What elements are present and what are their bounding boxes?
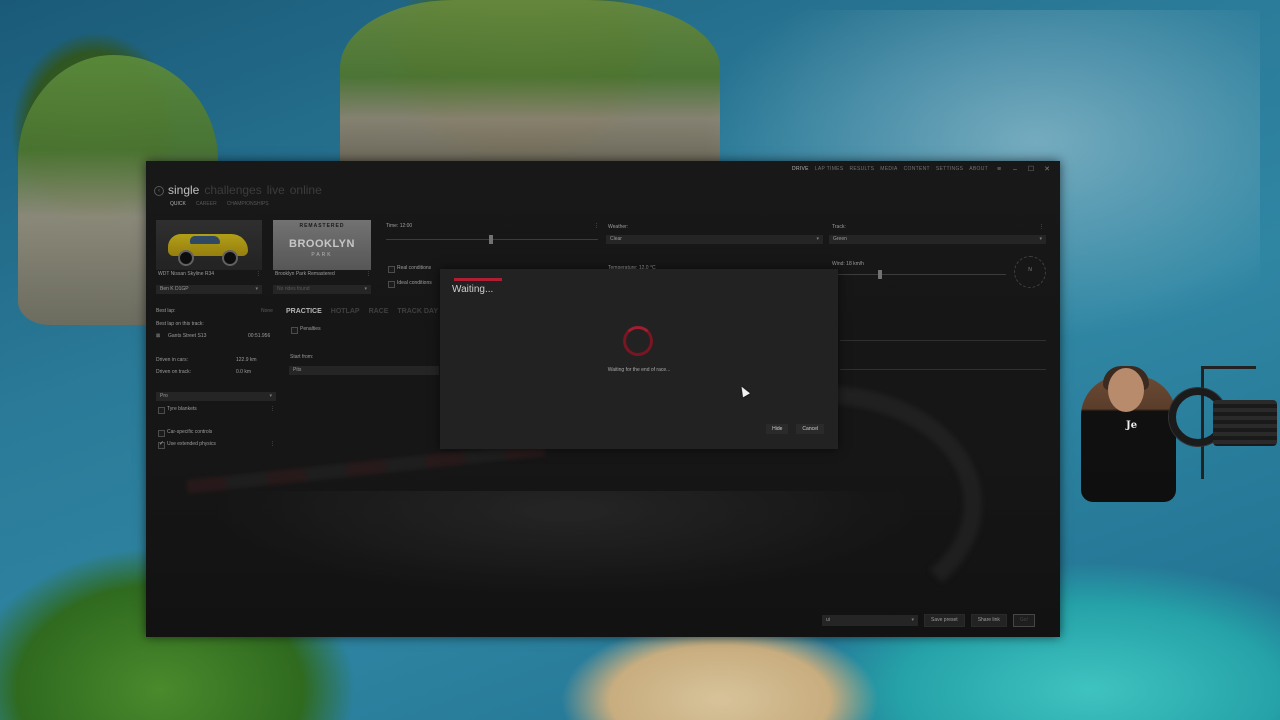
dialog-title: Waiting... xyxy=(452,284,494,295)
cancel-button[interactable]: Cancel xyxy=(796,424,824,434)
webcam-overlay: Je xyxy=(1063,358,1280,504)
shirt-logo: Je xyxy=(1126,420,1138,431)
background-cliff xyxy=(340,0,720,170)
streamer-head xyxy=(1108,368,1144,412)
loading-spinner-icon xyxy=(623,326,653,356)
hide-button[interactable]: Hide xyxy=(766,424,789,434)
dialog-accent-bar xyxy=(454,278,502,281)
waiting-dialog: Waiting... Waiting for the end of race..… xyxy=(440,269,838,449)
dialog-message: Waiting for the end of race... xyxy=(607,367,671,373)
content-manager-window: DRIVE LAP TIMES RESULTS MEDIA CONTENT SE… xyxy=(146,161,1060,637)
dialog-buttons: Hide Cancel xyxy=(766,424,824,434)
wheel-base xyxy=(1213,400,1277,446)
